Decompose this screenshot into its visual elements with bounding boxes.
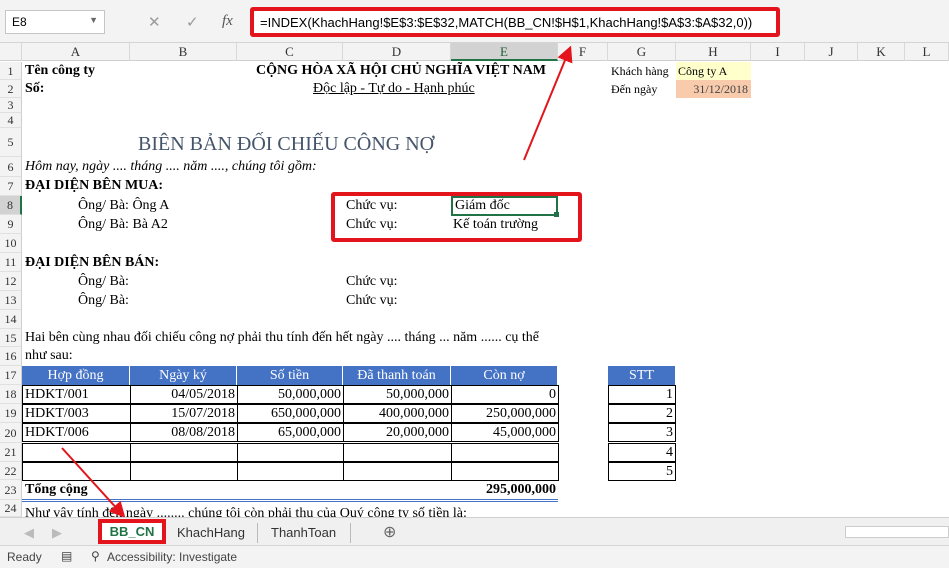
- tab-divider: [350, 523, 351, 543]
- annotation-arrows: [61, 45, 573, 518]
- tab-divider: [257, 523, 258, 543]
- status-bar: Ready ▤ ⚲ Accessibility: Investigate: [0, 545, 949, 568]
- scroll-left-icon[interactable]: ◀: [24, 523, 34, 543]
- sheet-tab-bar: ◀ ▶ BB_CN KhachHang ThanhToan ⊕: [0, 517, 949, 545]
- horizontal-scrollbar[interactable]: [845, 526, 949, 538]
- status-ready: Ready: [7, 550, 42, 564]
- tab-bb-cn[interactable]: BB_CN: [98, 519, 166, 544]
- tab-khachhang[interactable]: KhachHang: [177, 523, 245, 543]
- arrow-to-tab: [61, 447, 126, 518]
- accessibility-icon[interactable]: ⚲: [91, 549, 100, 563]
- tab-thanhtoan[interactable]: ThanhToan: [271, 523, 336, 543]
- accessibility-status[interactable]: Accessibility: Investigate: [107, 550, 237, 564]
- macro-record-icon[interactable]: ▤: [61, 549, 72, 563]
- arrow-to-formula: [523, 45, 573, 161]
- scroll-right-icon[interactable]: ▶: [52, 523, 62, 543]
- add-sheet-icon[interactable]: ⊕: [383, 523, 396, 543]
